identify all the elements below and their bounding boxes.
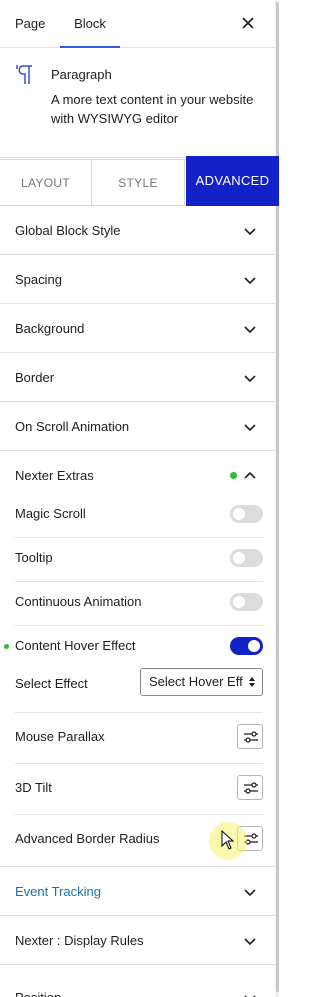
mouse-parallax-row: Mouse Parallax xyxy=(15,724,263,764)
chevron-down-icon xyxy=(244,326,256,334)
panel-title: Nexter : Display Rules xyxy=(15,933,144,948)
toggle-knob xyxy=(233,552,245,564)
tab-layout[interactable]: LAYOUT xyxy=(0,160,92,205)
panel-title: Global Block Style xyxy=(15,223,121,238)
magic-scroll-label: Magic Scroll xyxy=(15,506,86,521)
select-effect-dropdown[interactable]: Select Hover Eff xyxy=(140,668,263,696)
tab-style[interactable]: STYLE xyxy=(92,160,185,205)
chevron-down-icon xyxy=(244,228,256,236)
block-description: A more text content in your website with… xyxy=(51,92,254,126)
block-title: Paragraph xyxy=(51,67,112,82)
chevron-down-icon xyxy=(244,938,256,946)
tooltip-label: Tooltip xyxy=(15,550,53,565)
chevron-down-icon xyxy=(244,995,256,997)
3d-tilt-label: 3D Tilt xyxy=(15,780,52,795)
close-icon[interactable] xyxy=(239,14,257,32)
panel-nexter-extras[interactable]: Nexter Extras xyxy=(0,451,275,500)
panel-title: Spacing xyxy=(15,272,62,287)
continuous-animation-row: Continuous Animation xyxy=(15,592,263,626)
toggle-knob xyxy=(233,596,245,608)
sliders-icon xyxy=(244,731,258,743)
content-hover-effect-row: Content Hover Effect xyxy=(15,636,263,660)
panel-display-rules[interactable]: Nexter : Display Rules xyxy=(0,916,275,965)
chevron-down-icon xyxy=(244,424,256,432)
continuous-animation-toggle[interactable] xyxy=(230,593,263,611)
continuous-animation-label: Continuous Animation xyxy=(15,594,142,609)
tab-advanced[interactable]: ADVANCED xyxy=(186,156,279,206)
sidebar-tabs: Page Block xyxy=(0,0,275,48)
tooltip-toggle[interactable] xyxy=(230,549,263,567)
tab-block[interactable]: Block xyxy=(60,0,120,48)
panel-title: Background xyxy=(15,321,85,336)
select-arrows-icon xyxy=(249,677,255,687)
content-hover-effect-label: Content Hover Effect xyxy=(15,638,136,653)
panel-on-scroll-animation[interactable]: On Scroll Animation xyxy=(0,402,275,451)
tooltip-row: Tooltip xyxy=(15,548,263,582)
panel-global-block-style[interactable]: Global Block Style xyxy=(0,206,275,255)
scrollbar-thumb[interactable] xyxy=(276,2,279,992)
mouse-parallax-label: Mouse Parallax xyxy=(15,729,105,744)
panel-spacing[interactable]: Spacing xyxy=(0,255,275,304)
advanced-border-radius-label: Advanced Border Radius xyxy=(15,831,160,846)
tab-block-label: Block xyxy=(74,16,106,31)
chevron-down-icon xyxy=(244,277,256,285)
active-indicator-dot xyxy=(230,472,237,479)
paragraph-icon xyxy=(16,65,32,84)
panel-position[interactable]: Position xyxy=(0,965,275,997)
select-effect-label: Select Effect xyxy=(15,676,88,691)
panel-border[interactable]: Border xyxy=(0,353,275,402)
mouse-parallax-settings-button[interactable] xyxy=(237,724,263,749)
style-tabs: LAYOUT STYLE ADVANCED xyxy=(0,156,279,206)
chevron-up-icon xyxy=(244,471,256,479)
chevron-down-icon xyxy=(244,889,256,897)
panel-title: Nexter Extras xyxy=(15,468,94,483)
panel-title: On Scroll Animation xyxy=(15,419,130,434)
sliders-icon xyxy=(244,782,258,794)
panel-title: Position xyxy=(15,973,61,997)
3d-tilt-settings-button[interactable] xyxy=(237,775,263,800)
content-hover-effect-toggle[interactable] xyxy=(230,637,263,655)
3d-tilt-row: 3D Tilt xyxy=(15,775,263,815)
panel-background[interactable]: Background xyxy=(0,304,275,353)
panel-title: Border xyxy=(15,370,55,385)
chevron-down-icon xyxy=(244,375,256,383)
mouse-cursor-icon xyxy=(221,830,235,850)
select-effect-value: Select Hover Eff xyxy=(149,674,243,689)
panel-event-tracking[interactable]: Event Tracking xyxy=(0,867,275,916)
block-card: Paragraph A more text content in your we… xyxy=(0,48,275,158)
toggle-knob xyxy=(233,508,245,520)
active-indicator-dot xyxy=(4,644,9,649)
tab-page[interactable]: Page xyxy=(15,0,45,48)
select-effect-row: Select Effect Select Hover Eff xyxy=(15,668,263,713)
magic-scroll-toggle[interactable] xyxy=(230,505,263,523)
scrollbar[interactable] xyxy=(275,0,279,997)
panel-title: Event Tracking xyxy=(15,884,101,899)
toggle-knob xyxy=(248,640,260,652)
magic-scroll-row: Magic Scroll xyxy=(15,504,263,538)
